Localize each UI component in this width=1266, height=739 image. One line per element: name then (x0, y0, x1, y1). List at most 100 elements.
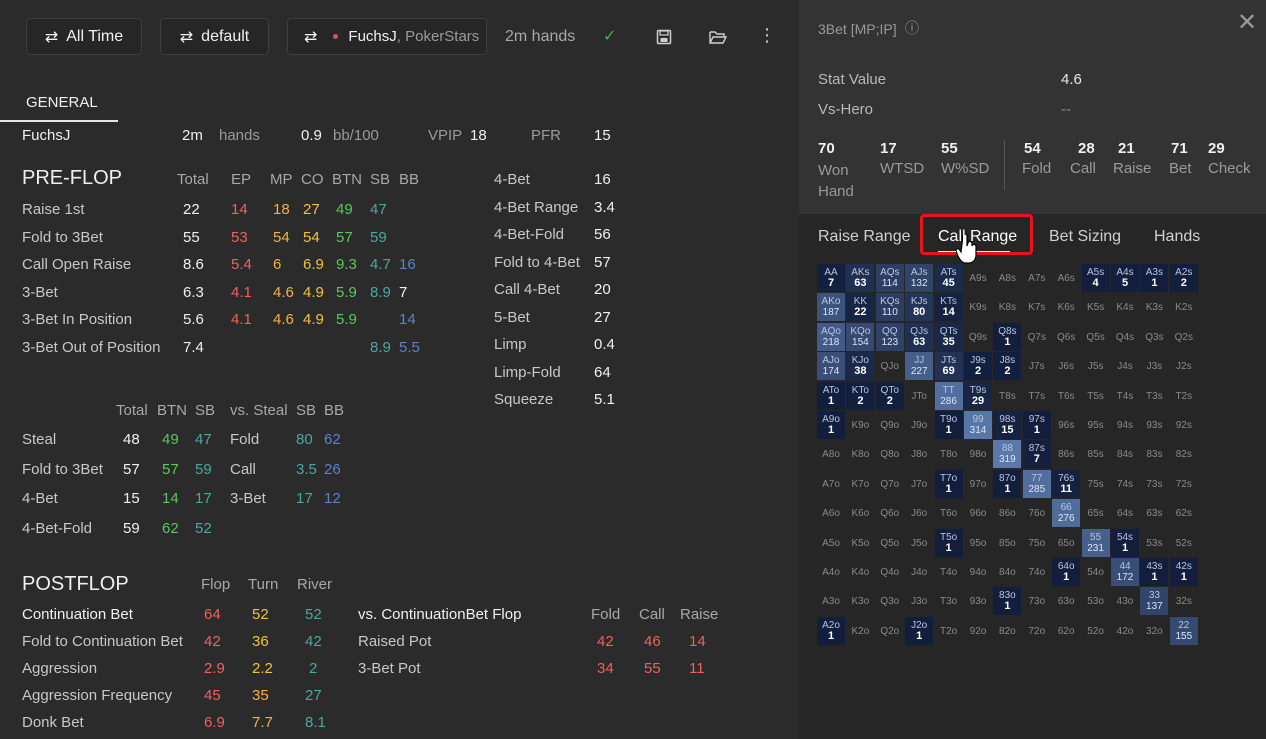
range-cell[interactable]: Q5o (876, 529, 904, 557)
range-cell[interactable]: 74s (1111, 470, 1139, 498)
range-cell[interactable]: J7s (1023, 352, 1051, 380)
range-cell[interactable]: AA 7 (817, 264, 845, 292)
range-cell[interactable]: T6o (935, 499, 963, 527)
tab-hands[interactable]: Hands (1154, 228, 1200, 246)
range-cell[interactable]: QQ 123 (875, 322, 904, 351)
range-cell[interactable]: 98o (964, 440, 992, 468)
range-cell[interactable]: K8s (993, 293, 1021, 321)
range-cell[interactable]: TT 286 (934, 381, 963, 410)
range-cell[interactable]: A6s (1052, 264, 1080, 292)
range-cell[interactable]: J2s (1170, 352, 1198, 380)
range-cell[interactable]: 86s (1052, 440, 1080, 468)
range-cell[interactable]: 82s (1170, 440, 1198, 468)
range-cell[interactable]: 93s (1140, 411, 1168, 439)
range-cell[interactable]: Q2s (1170, 323, 1198, 351)
range-cell[interactable]: T7s (1023, 382, 1051, 410)
range-cell[interactable]: ATs 45 (934, 264, 963, 292)
range-cell[interactable]: Q5s (1082, 323, 1110, 351)
range-cell[interactable]: T9s 29 (964, 381, 992, 410)
range-cell[interactable]: A3s 1 (1140, 264, 1169, 292)
range-cell[interactable]: 85o (993, 529, 1021, 557)
range-cell[interactable]: J8s 2 (993, 352, 1022, 381)
range-cell[interactable]: AQo 218 (817, 322, 845, 351)
range-cell[interactable]: QJo (876, 352, 904, 380)
range-cell[interactable]: J7o (905, 470, 933, 498)
range-cell[interactable]: 83s (1140, 440, 1168, 468)
tab-general[interactable]: GENERAL (26, 94, 98, 112)
range-cell[interactable]: 75s (1082, 470, 1110, 498)
range-cell[interactable]: T3o (935, 587, 963, 615)
range-cell[interactable]: T9o 1 (934, 411, 963, 439)
range-cell[interactable]: J4o (905, 558, 933, 586)
range-cell[interactable]: 95s (1082, 411, 1110, 439)
range-cell[interactable]: A8o (817, 440, 845, 468)
range-cell[interactable]: K5o (846, 529, 874, 557)
range-cell[interactable]: Q4s (1111, 323, 1139, 351)
range-cell[interactable]: K6o (846, 499, 874, 527)
range-cell[interactable]: J5o (905, 529, 933, 557)
range-cell[interactable]: 85s (1082, 440, 1110, 468)
range-cell[interactable]: 96s (1052, 411, 1080, 439)
range-cell[interactable]: Q9s (964, 323, 992, 351)
range-cell[interactable]: A5s 4 (1081, 264, 1110, 292)
range-cell[interactable]: 42s 1 (1169, 558, 1198, 586)
range-cell[interactable]: A8s (993, 264, 1021, 292)
range-cell[interactable]: 84s (1111, 440, 1139, 468)
range-cell[interactable]: A2s 2 (1169, 264, 1198, 292)
range-cell[interactable]: J2o 1 (905, 616, 934, 645)
more-menu-icon[interactable]: ⋮ (758, 26, 776, 44)
range-cell[interactable]: 65o (1052, 529, 1080, 557)
range-cell[interactable]: Q8s 1 (993, 322, 1022, 351)
range-cell[interactable]: 87o 1 (993, 469, 1022, 498)
range-cell[interactable]: Q7o (876, 470, 904, 498)
range-cell[interactable]: 66 276 (1052, 499, 1081, 528)
range-cell[interactable]: 32o (1140, 617, 1168, 645)
range-cell[interactable]: A9s (964, 264, 992, 292)
range-cell[interactable]: 54s 1 (1111, 528, 1139, 557)
range-cell[interactable]: 53o (1082, 587, 1110, 615)
range-cell[interactable]: A5o (817, 529, 845, 557)
range-cell[interactable]: J3s (1140, 352, 1168, 380)
range-cell[interactable]: K9o (846, 411, 874, 439)
range-cell[interactable]: 92o (964, 617, 992, 645)
range-cell[interactable]: KTo 2 (846, 381, 875, 410)
range-cell[interactable]: J4s (1111, 352, 1139, 380)
range-cell[interactable]: AKo 187 (817, 293, 845, 322)
range-cell[interactable]: Q2o (876, 617, 904, 645)
range-cell[interactable]: 43s 1 (1140, 558, 1169, 586)
range-cell[interactable]: 86o (993, 499, 1021, 527)
range-cell[interactable]: T4o (935, 558, 963, 586)
range-cell[interactable]: 53s (1140, 529, 1168, 557)
player-select-button[interactable]: ⇄ FuchsJ, PokerStars (287, 18, 487, 55)
range-cell[interactable]: 33 137 (1140, 587, 1169, 616)
range-cell[interactable]: JJ 227 (905, 352, 934, 381)
range-cell[interactable]: 94s (1111, 411, 1139, 439)
range-cell[interactable]: 73o (1023, 587, 1051, 615)
range-cell[interactable]: A7s (1023, 264, 1051, 292)
range-cell[interactable]: 74o (1023, 558, 1051, 586)
range-cell[interactable]: K4s (1111, 293, 1139, 321)
range-cell[interactable]: 87s 7 (1022, 440, 1051, 469)
range-cell[interactable]: KK 22 (846, 293, 875, 322)
range-cell[interactable]: T6s (1052, 382, 1080, 410)
range-cell[interactable]: K7s (1023, 293, 1051, 321)
range-cell[interactable]: K2o (846, 617, 874, 645)
tab-raise-range[interactable]: Raise Range (818, 228, 911, 246)
range-cell[interactable]: 72o (1023, 617, 1051, 645)
range-cell[interactable]: T8o (935, 440, 963, 468)
range-cell[interactable]: T2s (1170, 382, 1198, 410)
range-cell[interactable]: 64o 1 (1052, 558, 1081, 586)
range-cell[interactable]: 94o (964, 558, 992, 586)
info-icon[interactable]: ⓘ (905, 19, 919, 37)
range-cell[interactable]: A7o (817, 470, 845, 498)
range-cell[interactable]: AJs 132 (905, 264, 934, 292)
range-cell[interactable]: T8s (993, 382, 1021, 410)
range-cell[interactable]: 77 285 (1022, 469, 1051, 498)
range-cell[interactable]: 73s (1140, 470, 1168, 498)
range-cell[interactable]: 93o (964, 587, 992, 615)
range-cell[interactable]: A3o (817, 587, 845, 615)
range-cell[interactable]: Q6s (1052, 323, 1080, 351)
range-cell[interactable]: J9s 2 (964, 352, 992, 381)
range-cell[interactable]: AKs 63 (846, 264, 875, 292)
range-cell[interactable]: A2o 1 (817, 616, 845, 645)
